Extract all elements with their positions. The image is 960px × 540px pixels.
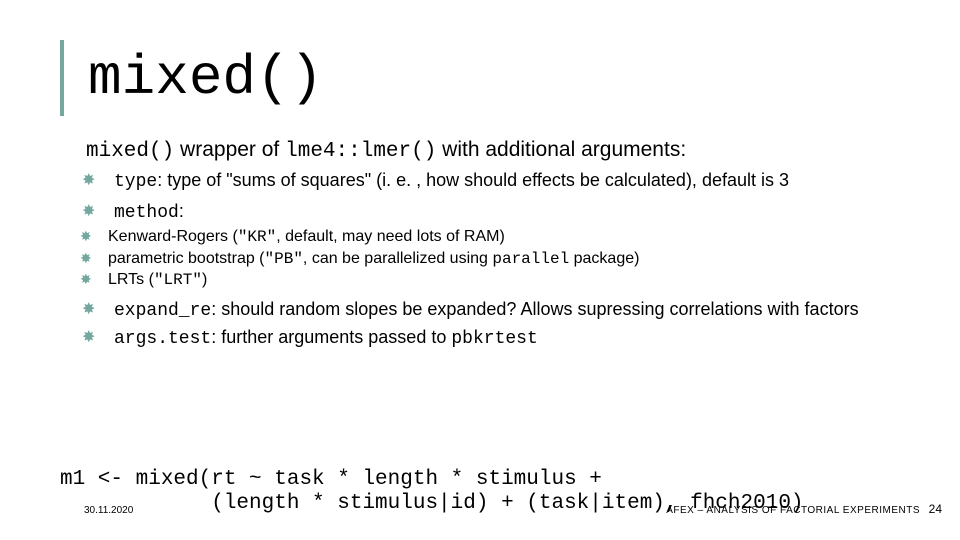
text: ): [202, 271, 207, 288]
text: :: [179, 201, 184, 221]
list-item: ✸LRTs ("LRT"): [96, 270, 900, 290]
arg-name: args.test: [114, 329, 211, 349]
list-item: ✸Kenward-Rogers ("KR", default, may need…: [96, 227, 900, 247]
list-item: ✸expand_re: should random slopes be expa…: [100, 298, 900, 323]
list-item: ✸type: type of "sums of squares" (i. e. …: [100, 169, 900, 194]
code-text: lme4::lmer(): [285, 140, 436, 163]
code-text: "LRT": [154, 271, 202, 289]
text: LRTs (: [108, 271, 154, 288]
bullet-icon: ✸: [100, 202, 114, 222]
arg-name: method: [114, 203, 179, 223]
text: : should random slopes be expanded? Allo…: [211, 299, 858, 319]
text: : further arguments passed to: [211, 327, 451, 347]
arg-name: type: [114, 172, 157, 192]
text: package): [569, 250, 639, 267]
slide-title: mixed(): [88, 46, 900, 110]
intro-line: mixed() wrapper of lme4::lmer() with add…: [86, 138, 900, 163]
bullet-icon: ✸: [96, 271, 108, 289]
title-accent-bar: mixed(): [60, 40, 900, 116]
text: Kenward-Rogers (: [108, 228, 238, 245]
list-item: ✸args.test: further arguments passed to …: [100, 326, 900, 351]
sub-bullet-list: ✸Kenward-Rogers ("KR", default, may need…: [96, 227, 900, 290]
text: , default, may need lots of RAM): [276, 228, 505, 245]
bullet-icon: ✸: [100, 328, 114, 348]
text: , can be parallelized using: [303, 250, 492, 267]
bullet-icon: ✸: [100, 300, 114, 320]
bullet-list: ✸expand_re: should random slopes be expa…: [86, 298, 900, 350]
slide: mixed() mixed() wrapper of lme4::lmer() …: [0, 0, 960, 540]
code-text: mixed(): [86, 140, 174, 163]
text: : type of "sums of squares" (i. e. , how…: [157, 170, 789, 190]
text: with additional arguments:: [436, 138, 686, 161]
bullet-list: ✸type: type of "sums of squares" (i. e. …: [86, 169, 900, 225]
code-text: "PB": [265, 250, 303, 268]
bullet-icon: ✸: [96, 228, 108, 246]
code-text: "KR": [238, 228, 276, 246]
bullet-icon: ✸: [96, 250, 108, 268]
code-text: pbkrtest: [451, 329, 537, 349]
list-item: ✸method:: [100, 200, 900, 225]
code-text: parallel: [492, 250, 569, 268]
footer-title: AFEX – ANALYSIS OF FACTORIAL EXPERIMENTS: [666, 505, 920, 516]
list-item: ✸parametric bootstrap ("PB", can be para…: [96, 249, 900, 269]
arg-name: expand_re: [114, 301, 211, 321]
text: parametric bootstrap (: [108, 250, 265, 267]
page-number: 24: [929, 502, 942, 516]
bullet-icon: ✸: [100, 171, 114, 191]
code-line: m1 <- mixed(rt ~ task * length * stimulu…: [60, 468, 602, 491]
footer-date: 30.11.2020: [84, 505, 133, 516]
text: wrapper of: [174, 138, 285, 161]
